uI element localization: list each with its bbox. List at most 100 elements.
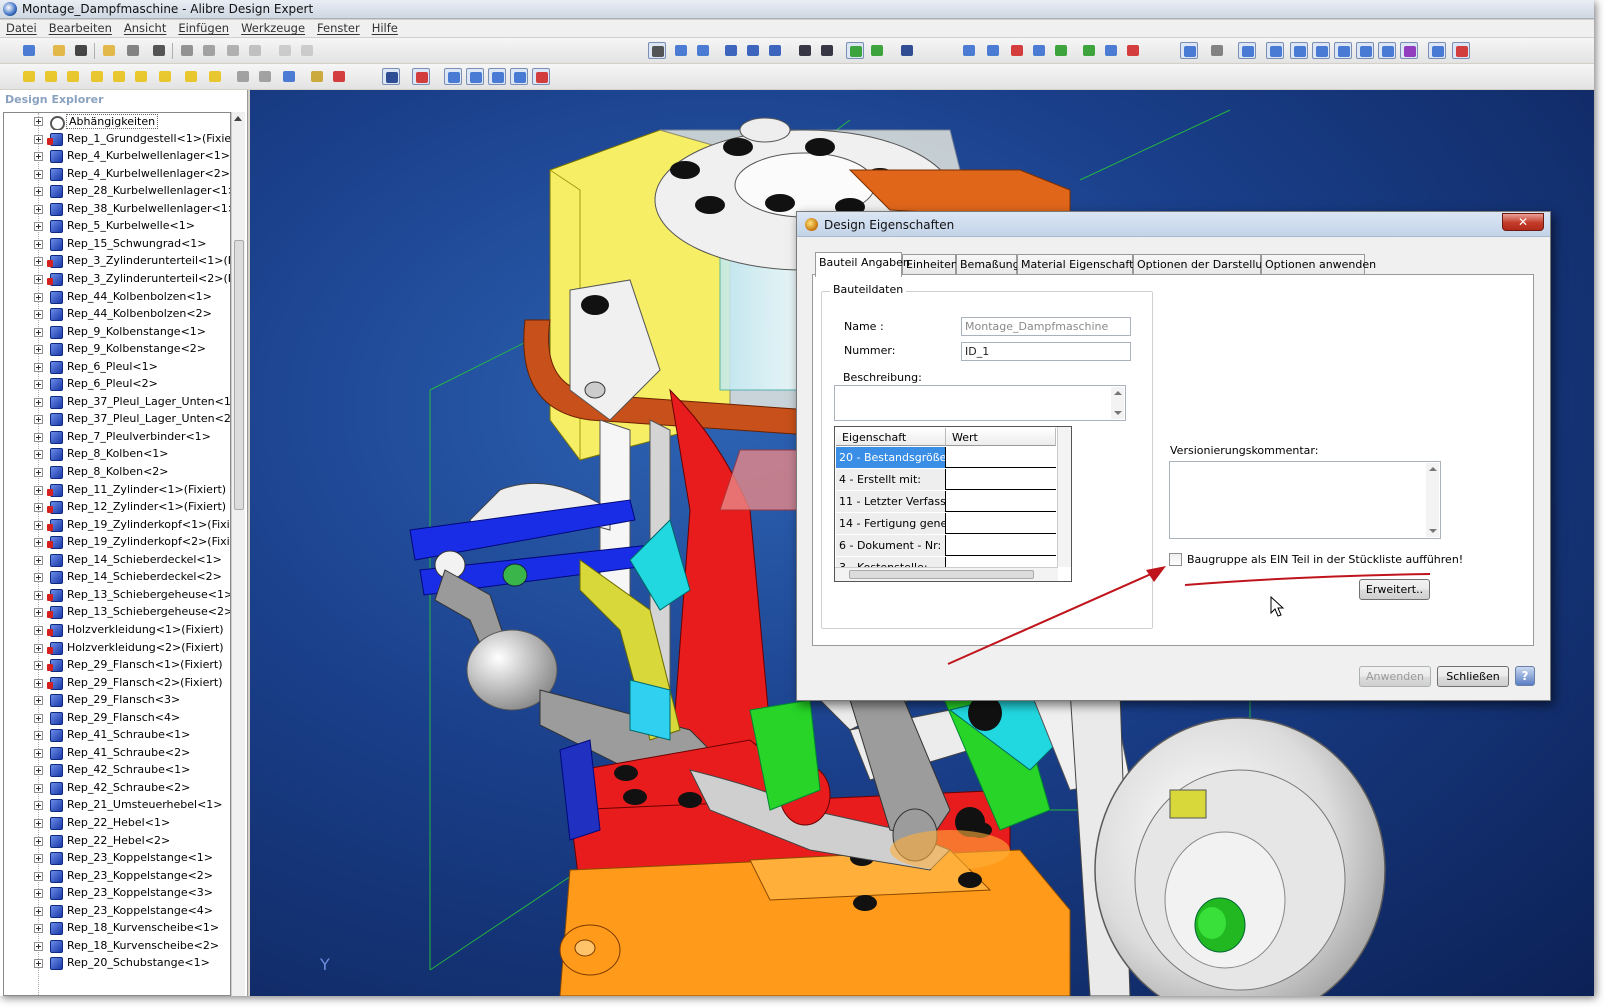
menu-bearbeiten[interactable]: Bearbeiten bbox=[43, 20, 118, 35]
expand-icon[interactable] bbox=[34, 871, 43, 881]
tree-item[interactable]: Rep_9_Kolbenstange<2> bbox=[4, 341, 230, 358]
expand-icon[interactable] bbox=[34, 941, 43, 951]
view-iso-icon[interactable] bbox=[156, 68, 174, 85]
grid-cell-value[interactable] bbox=[946, 447, 1056, 468]
expand-icon[interactable] bbox=[34, 239, 43, 249]
expand-icon[interactable] bbox=[34, 748, 43, 758]
expand-icon[interactable] bbox=[34, 713, 43, 723]
tree-item[interactable]: Rep_28_Kurbelwellenlager<1> bbox=[4, 183, 230, 200]
rotate-icon[interactable] bbox=[694, 42, 712, 59]
grid-row[interactable]: 4 - Erstellt mit: bbox=[836, 469, 1056, 490]
tree-item[interactable]: Rep_44_Kolbenbolzen<2> bbox=[4, 306, 230, 323]
view-front-icon[interactable] bbox=[20, 68, 38, 85]
expand-icon[interactable] bbox=[34, 222, 43, 232]
expand-icon[interactable] bbox=[34, 327, 43, 337]
grid-scroll-thumb[interactable] bbox=[849, 570, 1034, 579]
tree-item[interactable]: Rep_6_Pleul<1> bbox=[4, 359, 230, 376]
menu-hilfe[interactable]: Hilfe bbox=[366, 20, 404, 35]
point-icon[interactable] bbox=[1008, 42, 1026, 59]
expand-icon[interactable] bbox=[34, 573, 43, 583]
version-comment-scrollbar[interactable] bbox=[1426, 463, 1439, 537]
tree-item-dependencies[interactable]: Abhängigkeiten bbox=[4, 113, 230, 130]
undo-icon[interactable] bbox=[276, 42, 294, 59]
tree-item[interactable]: Rep_42_Schraube<2> bbox=[4, 780, 230, 797]
tree-item[interactable]: Rep_23_Koppelstange<1> bbox=[4, 850, 230, 867]
balance-icon[interactable] bbox=[1102, 42, 1120, 59]
gear-mate-icon[interactable] bbox=[1400, 42, 1418, 59]
insert-assembly-icon[interactable] bbox=[412, 68, 430, 85]
expand-icon[interactable] bbox=[34, 538, 43, 548]
render-icon[interactable] bbox=[898, 42, 916, 59]
zoom-fit-icon[interactable] bbox=[766, 42, 784, 59]
expand-icon[interactable] bbox=[34, 819, 43, 828]
pattern-icon[interactable] bbox=[444, 68, 462, 85]
expand-icon[interactable] bbox=[34, 362, 43, 372]
grid-row[interactable]: 20 - Bestandsgröße: bbox=[836, 447, 1056, 468]
edit-icon[interactable] bbox=[308, 68, 326, 85]
tree-item[interactable]: Rep_29_Flansch<2>(Fixiert) bbox=[4, 675, 230, 692]
expand-icon[interactable] bbox=[34, 889, 43, 899]
expand-icon[interactable] bbox=[34, 783, 43, 793]
tree-item[interactable]: Rep_42_Schraube<1> bbox=[4, 762, 230, 779]
tree-item[interactable]: Rep_8_Kolben<1> bbox=[4, 446, 230, 463]
measure-icon[interactable] bbox=[960, 42, 978, 59]
expand-icon[interactable] bbox=[34, 257, 43, 267]
tree-scrollbar[interactable] bbox=[231, 112, 245, 996]
erweitert-button[interactable]: Erweitert.. bbox=[1359, 579, 1430, 600]
open-icon[interactable] bbox=[100, 42, 118, 59]
select-arrow-icon[interactable] bbox=[648, 42, 666, 59]
tree-item[interactable]: Rep_44_Kolbenbolzen<1> bbox=[4, 289, 230, 306]
orient-icon[interactable] bbox=[1312, 42, 1330, 59]
replace-icon[interactable] bbox=[488, 68, 506, 85]
description-scrollbar[interactable] bbox=[1111, 387, 1124, 419]
copy-icon[interactable] bbox=[200, 42, 218, 59]
tangent-icon[interactable] bbox=[1334, 42, 1352, 59]
property-grid[interactable]: Eigenschaft Wert 20 - Bestandsgröße: 4 -… bbox=[834, 426, 1072, 582]
simulate-icon[interactable] bbox=[1452, 42, 1470, 59]
constraint-icon[interactable] bbox=[846, 42, 864, 59]
tree-item[interactable]: Rep_18_Kurvenscheibe<2> bbox=[4, 938, 230, 955]
grid-cell-value[interactable] bbox=[946, 469, 1056, 490]
expand-icon[interactable] bbox=[34, 169, 43, 179]
expand-icon[interactable] bbox=[34, 854, 43, 864]
show-icon[interactable] bbox=[280, 68, 298, 85]
tree-item[interactable]: Rep_3_Zylinderunterteil<2>(Fixie bbox=[4, 271, 230, 288]
tree-item[interactable]: Rep_15_Schwungrad<1> bbox=[4, 236, 230, 253]
tree-item[interactable]: Rep_41_Schraube<1> bbox=[4, 727, 230, 744]
expand-icon[interactable] bbox=[34, 415, 43, 425]
next-view-icon[interactable] bbox=[818, 42, 836, 59]
save-icon[interactable] bbox=[72, 42, 90, 59]
expand-icon[interactable] bbox=[34, 678, 43, 688]
expand-icon[interactable] bbox=[34, 450, 43, 460]
print-preview-icon[interactable] bbox=[124, 42, 142, 59]
number-field[interactable]: ID_1 bbox=[961, 342, 1131, 361]
grid-row[interactable]: 14 - Fertigung gene... bbox=[836, 513, 1056, 534]
tree-item[interactable]: Rep_5_Kurbelwelle<1> bbox=[4, 218, 230, 235]
expand-icon[interactable] bbox=[34, 274, 43, 284]
help-button[interactable]: ? bbox=[1515, 666, 1535, 686]
tree-item[interactable]: Rep_22_Hebel<2> bbox=[4, 833, 230, 850]
expand-icon[interactable] bbox=[34, 766, 43, 776]
tree-item[interactable]: Rep_11_Zylinder<1>(Fixiert) bbox=[4, 482, 230, 499]
paste-icon[interactable] bbox=[224, 42, 242, 59]
cut-icon[interactable] bbox=[178, 42, 196, 59]
expand-icon[interactable] bbox=[34, 625, 43, 635]
tree-item[interactable]: Rep_38_Kurbelwellenlager<1> bbox=[4, 201, 230, 218]
explode-icon[interactable] bbox=[1238, 42, 1256, 59]
grid-cell-property[interactable]: 6 - Dokument - Nr: bbox=[836, 535, 946, 556]
expand-icon[interactable] bbox=[34, 503, 43, 513]
menu-einfuegen[interactable]: Einfügen bbox=[172, 20, 235, 35]
tree-item[interactable]: Rep_29_Flansch<4> bbox=[4, 710, 230, 727]
tab-bemassung[interactable]: Bemaßung bbox=[956, 254, 1020, 276]
tree-item[interactable]: Rep_23_Koppelstange<3> bbox=[4, 885, 230, 902]
table-icon[interactable] bbox=[1030, 42, 1048, 59]
menu-fenster[interactable]: Fenster bbox=[311, 20, 366, 35]
tree-item[interactable]: Rep_22_Hebel<1> bbox=[4, 815, 230, 832]
expand-icon[interactable] bbox=[34, 643, 43, 653]
expand-icon[interactable] bbox=[34, 959, 43, 969]
bom-single-part-label[interactable]: Baugruppe als EIN Teil in der Stückliste… bbox=[1187, 553, 1463, 566]
view-left-icon[interactable] bbox=[64, 68, 82, 85]
grid-cell-value[interactable] bbox=[946, 513, 1056, 534]
expand-icon[interactable] bbox=[34, 380, 43, 390]
expand-icon[interactable] bbox=[34, 801, 43, 811]
